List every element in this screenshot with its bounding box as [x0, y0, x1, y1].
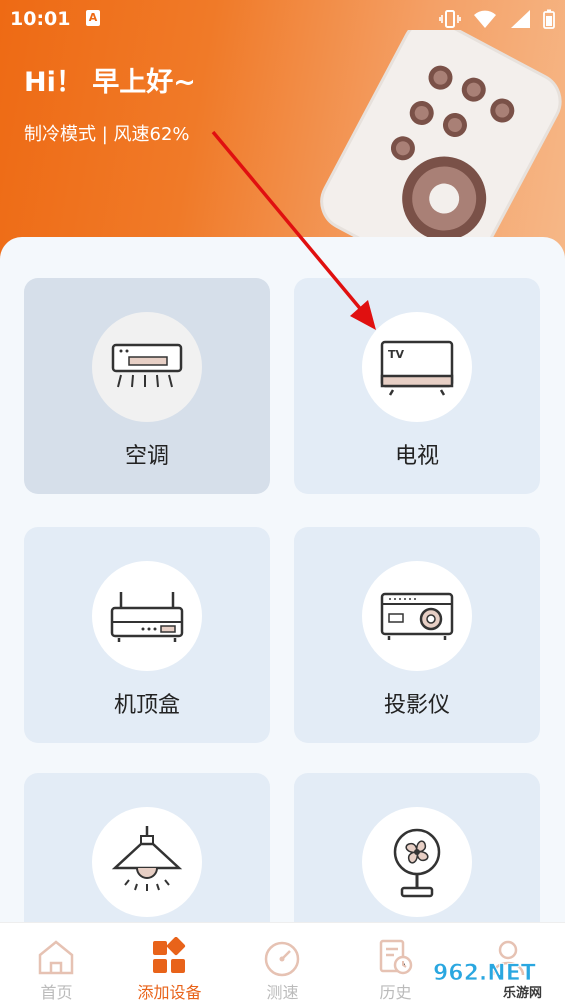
svg-text:TV: TV: [388, 348, 405, 361]
speedometer-icon: [264, 941, 300, 977]
watermark-subtext: 乐游网: [503, 985, 542, 1000]
add-device-icon: [153, 937, 186, 973]
home-icon: [38, 940, 74, 975]
air-conditioner-icon: [111, 343, 183, 388]
system-icons: [439, 8, 555, 30]
remote-control-illustration: [320, 30, 562, 260]
device-label-projector: 投影仪: [383, 693, 450, 718]
notification-a-icon: A: [86, 10, 100, 26]
fan-icon: [393, 828, 441, 898]
tab-add-device[interactable]: 添加设备: [113, 923, 226, 1005]
device-label-air-conditioner: 空调: [124, 444, 169, 469]
device-panel: 空调 TV 电视 机顶盒 投影仪: [0, 237, 565, 1004]
set-top-box-icon: [110, 592, 184, 642]
device-card-tv[interactable]: TV 电视: [294, 278, 540, 494]
signal-icon: [511, 10, 530, 28]
tab-home-label: 首页: [40, 983, 73, 1002]
tab-speed-test-label: 测速: [266, 983, 299, 1002]
device-card-set-top-box[interactable]: 机顶盒: [24, 527, 270, 743]
site-watermark-logo: 962.NET 乐游网: [429, 956, 542, 1000]
status-time: 10:01: [10, 8, 71, 30]
device-label-set-top-box: 机顶盒: [113, 693, 180, 718]
tab-home[interactable]: 首页: [0, 923, 113, 1005]
device-label-tv: 电视: [394, 444, 439, 469]
tab-add-device-label: 添加设备: [137, 983, 202, 1002]
watermark-text: 962.NET: [433, 961, 536, 986]
lamp-icon: [111, 826, 183, 891]
mode-status-text: 制冷模式 | 风速62%: [24, 124, 190, 145]
battery-icon: [543, 9, 555, 29]
tab-speed-test[interactable]: 测速: [226, 923, 339, 1005]
device-card-air-conditioner[interactable]: 空调: [24, 278, 270, 494]
wifi-icon: [474, 10, 496, 28]
greeting-title: Hi！ 早上好~: [24, 67, 196, 98]
device-card-projector[interactable]: 投影仪: [294, 527, 540, 743]
projector-icon: [380, 592, 454, 640]
vibrate-icon: [439, 10, 461, 28]
tv-icon: TV: [380, 340, 454, 396]
history-icon: [379, 939, 413, 975]
